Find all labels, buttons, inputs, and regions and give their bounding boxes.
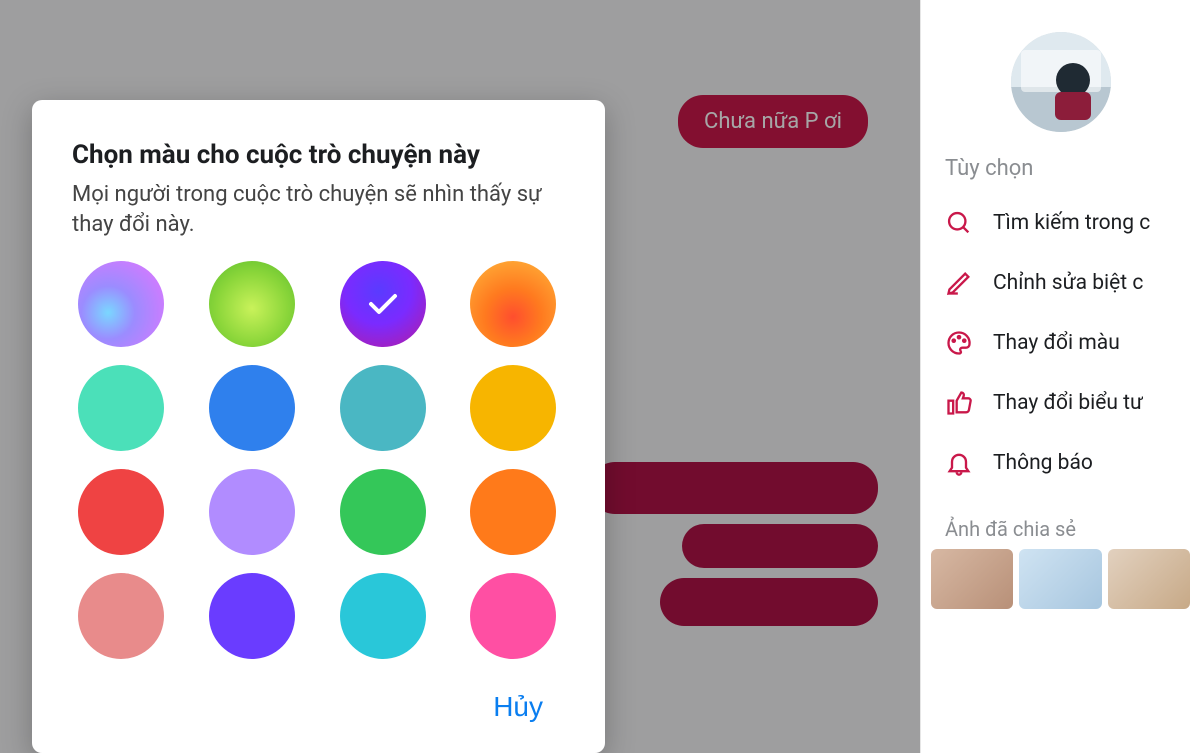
sidebar-item-label: Thay đổi màu: [993, 331, 1120, 355]
sidebar-item-search[interactable]: Tìm kiếm trong c: [921, 193, 1200, 253]
shared-photo-thumb[interactable]: [1108, 549, 1190, 609]
color-swatch-indigo[interactable]: [209, 573, 295, 659]
pencil-icon: [945, 269, 973, 297]
color-swatch-mint[interactable]: [78, 365, 164, 451]
color-swatch-orange[interactable]: [470, 469, 556, 555]
color-swatch-lime-green[interactable]: [209, 261, 295, 347]
color-swatch-aurora-purple[interactable]: [78, 261, 164, 347]
search-icon: [945, 209, 973, 237]
sidebar-item-thumb[interactable]: Thay đổi biểu tư: [921, 373, 1200, 433]
sidebar-item-pencil[interactable]: Chỉnh sửa biệt c: [921, 253, 1200, 313]
sidebar-item-label: Thông báo: [993, 451, 1093, 475]
color-swatch-lavender[interactable]: [209, 469, 295, 555]
avatar[interactable]: [1011, 32, 1111, 132]
color-swatch-violet-magenta[interactable]: [340, 261, 426, 347]
shared-photo-thumb[interactable]: [931, 549, 1013, 609]
modal-subtitle: Mọi người trong cuộc trò chuyện sẽ nhìn …: [72, 180, 565, 239]
bell-icon: [945, 449, 973, 477]
color-swatch-teal[interactable]: [340, 365, 426, 451]
sidebar-item-palette[interactable]: Thay đổi màu: [921, 313, 1200, 373]
cancel-button[interactable]: Hủy: [479, 685, 557, 729]
color-swatch-grid: [72, 261, 565, 659]
sidebar-item-label: Chỉnh sửa biệt c: [993, 271, 1143, 295]
color-swatch-pink[interactable]: [470, 573, 556, 659]
color-swatch-sunset-orange[interactable]: [470, 261, 556, 347]
color-swatch-cyan[interactable]: [340, 573, 426, 659]
shared-photo-thumb[interactable]: [1019, 549, 1101, 609]
color-swatch-rose[interactable]: [78, 573, 164, 659]
sidebar-item-label: Tìm kiếm trong c: [993, 211, 1150, 235]
sidebar-item-bell[interactable]: Thông báo: [921, 433, 1200, 493]
color-swatch-blue[interactable]: [209, 365, 295, 451]
avatar-wrap: [921, 0, 1200, 150]
color-swatch-amber[interactable]: [470, 365, 556, 451]
color-swatch-green[interactable]: [340, 469, 426, 555]
modal-title: Chọn màu cho cuộc trò chuyện này: [72, 140, 565, 170]
color-picker-modal: Chọn màu cho cuộc trò chuyện này Mọi ngư…: [32, 100, 605, 753]
color-swatch-coral-red[interactable]: [78, 469, 164, 555]
sidebar: Tùy chọn Tìm kiếm trong c Chỉnh sửa biệt …: [920, 0, 1200, 753]
palette-icon: [945, 329, 973, 357]
shared-photos-title: Ảnh đã chia sẻ: [921, 493, 1200, 549]
sidebar-section-title: Tùy chọn: [921, 150, 1200, 193]
shared-photos: [921, 549, 1200, 609]
thumb-icon: [945, 389, 973, 417]
sidebar-item-label: Thay đổi biểu tư: [993, 391, 1143, 415]
